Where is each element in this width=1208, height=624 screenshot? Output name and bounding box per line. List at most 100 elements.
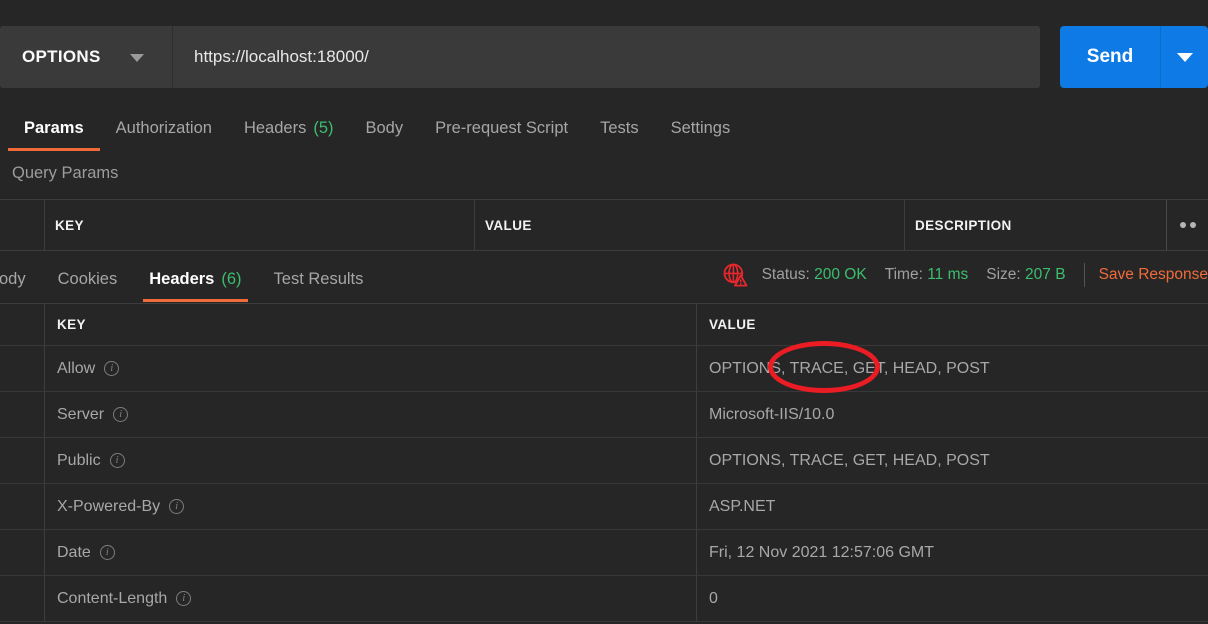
table-row: Content-Length i 0 <box>0 576 1208 622</box>
table-row: Server i Microsoft-IIS/10.0 <box>0 392 1208 438</box>
response-tab-headers[interactable]: Headers (6) <box>133 256 257 302</box>
chevron-down-icon <box>130 54 144 62</box>
send-button[interactable]: Send <box>1060 26 1160 88</box>
time-value: 11 ms <box>927 266 969 283</box>
header-key-label: X-Powered-By <box>57 497 161 515</box>
tab-label: Headers <box>243 119 307 137</box>
url-input[interactable]: https://localhost:18000/ <box>173 26 1040 88</box>
tab-label: Body <box>365 119 404 137</box>
gutter-cell <box>0 346 45 391</box>
header-key-label: Public <box>57 451 101 469</box>
send-group: Send <box>1060 26 1208 88</box>
time-label: Time: <box>884 266 923 283</box>
postman-window: OPTIONS https://localhost:18000/ Send Pa… <box>0 0 1208 624</box>
column-header-key: KEY <box>45 200 475 250</box>
header-value-cell: ASP.NET <box>697 484 1208 529</box>
size-metric: Size: 207 B <box>986 266 1065 284</box>
table-row: Public i OPTIONS, TRACE, GET, HEAD, POST <box>0 438 1208 484</box>
tab-params[interactable]: Params <box>8 106 100 151</box>
header-value-cell: OPTIONS, TRACE, GET, HEAD, POST <box>697 438 1208 483</box>
table-header-row: KEY VALUE <box>0 304 1208 346</box>
header-value-label: Microsoft-IIS/10.0 <box>709 405 835 423</box>
header-key-cell: Date i <box>45 530 697 575</box>
url-bar: OPTIONS https://localhost:18000/ Send <box>0 26 1208 88</box>
gutter-cell <box>0 576 45 621</box>
table-row: X-Powered-By i ASP.NET <box>0 484 1208 530</box>
tab-label: Cookies <box>57 269 118 288</box>
header-key-cell: Server i <box>45 392 697 437</box>
response-tab-body[interactable]: Body <box>0 256 42 302</box>
info-icon[interactable]: i <box>169 499 185 514</box>
header-key-label: Allow <box>57 359 96 377</box>
info-icon[interactable]: i <box>176 591 192 606</box>
header-value-label: 0 <box>709 589 718 607</box>
info-icon[interactable]: i <box>99 545 115 560</box>
tab-tests[interactable]: Tests <box>584 106 655 151</box>
header-value-label: OPTIONS, TRACE, GET, HEAD, POST <box>709 451 990 469</box>
tab-pre-request-script[interactable]: Pre-request Script <box>419 106 584 151</box>
status-metric: Status: 200 OK <box>762 266 867 284</box>
query-params-table-header: KEY VALUE DESCRIPTION <box>0 199 1208 251</box>
tab-label: Headers <box>149 269 215 288</box>
header-key-label: Server <box>57 405 105 423</box>
tab-label: Tests <box>600 119 639 137</box>
gutter-cell <box>0 304 45 345</box>
header-key-label: Date <box>57 543 91 561</box>
dot <box>1179 222 1186 228</box>
tab-authorization[interactable]: Authorization <box>100 106 228 151</box>
response-tab-cookies[interactable]: Cookies <box>42 256 134 302</box>
query-params-label: Query Params <box>12 164 119 182</box>
divider <box>1083 263 1085 287</box>
size-label: Size: <box>986 266 1021 283</box>
header-value-cell: 0 <box>697 576 1208 621</box>
tab-label: Body <box>0 269 26 288</box>
send-options-button[interactable] <box>1160 26 1208 88</box>
header-key-cell: Content-Length i <box>45 576 697 621</box>
header-value-label: Fri, 12 Nov 2021 12:57:06 GMT <box>709 543 934 561</box>
http-method-selector[interactable]: OPTIONS <box>0 26 173 88</box>
header-value-label: OPTIONS, TRACE, GET, HEAD, POST <box>709 359 990 377</box>
tab-headers[interactable]: Headers (5) <box>228 106 350 151</box>
tab-label: Authorization <box>115 119 212 137</box>
tab-count: (5) <box>313 119 334 137</box>
request-tabs: Params Authorization Headers (5) Body Pr… <box>0 106 1208 151</box>
table-row: Allow i OPTIONS, TRACE, GET, HEAD, POST <box>0 346 1208 392</box>
ellipsis-icon[interactable] <box>1166 200 1208 250</box>
response-headers-table: KEY VALUE Allow i OPTIONS, TRACE, GET, H… <box>0 303 1208 622</box>
select-all-checkbox-cell[interactable] <box>0 200 45 250</box>
globe-warning-icon[interactable] <box>722 262 748 288</box>
status-label: Status: <box>761 266 810 283</box>
tab-count: (6) <box>221 269 242 288</box>
info-icon[interactable]: i <box>109 453 125 468</box>
save-response-button[interactable]: Save Response <box>1099 266 1208 284</box>
column-header-value: VALUE <box>709 317 756 332</box>
info-icon[interactable]: i <box>104 361 120 376</box>
header-key-label: Content-Length <box>57 589 168 607</box>
dot <box>1189 222 1196 228</box>
tab-settings[interactable]: Settings <box>655 106 747 151</box>
header-value-cell: Fri, 12 Nov 2021 12:57:06 GMT <box>697 530 1208 575</box>
chevron-down-icon <box>1176 52 1193 62</box>
status-value: 200 OK <box>814 266 867 283</box>
response-meta: Status: 200 OK Time: 11 ms Size: 207 B S… <box>722 260 1208 290</box>
header-key-cell: Public i <box>45 438 697 483</box>
size-value: 207 B <box>1025 266 1066 283</box>
column-header-value: VALUE <box>475 200 905 250</box>
header-value-cell: Microsoft-IIS/10.0 <box>697 392 1208 437</box>
gutter-cell <box>0 438 45 483</box>
tab-body[interactable]: Body <box>350 106 420 151</box>
column-header-key: KEY <box>45 304 697 345</box>
column-header-description: DESCRIPTION <box>915 217 1012 233</box>
tab-label: Params <box>24 119 84 137</box>
response-tab-test-results[interactable]: Test Results <box>258 256 380 302</box>
tab-label: Settings <box>670 119 731 137</box>
header-key-cell: Allow i <box>45 346 697 391</box>
url-shell: OPTIONS https://localhost:18000/ <box>0 26 1040 88</box>
tab-label: Pre-request Script <box>435 119 569 137</box>
tab-label: Test Results <box>273 269 364 288</box>
gutter-cell <box>0 530 45 575</box>
info-icon[interactable]: i <box>113 407 129 422</box>
header-value-cell: OPTIONS, TRACE, GET, HEAD, POST <box>697 346 1208 391</box>
gutter-cell <box>0 392 45 437</box>
table-row: Date i Fri, 12 Nov 2021 12:57:06 GMT <box>0 530 1208 576</box>
